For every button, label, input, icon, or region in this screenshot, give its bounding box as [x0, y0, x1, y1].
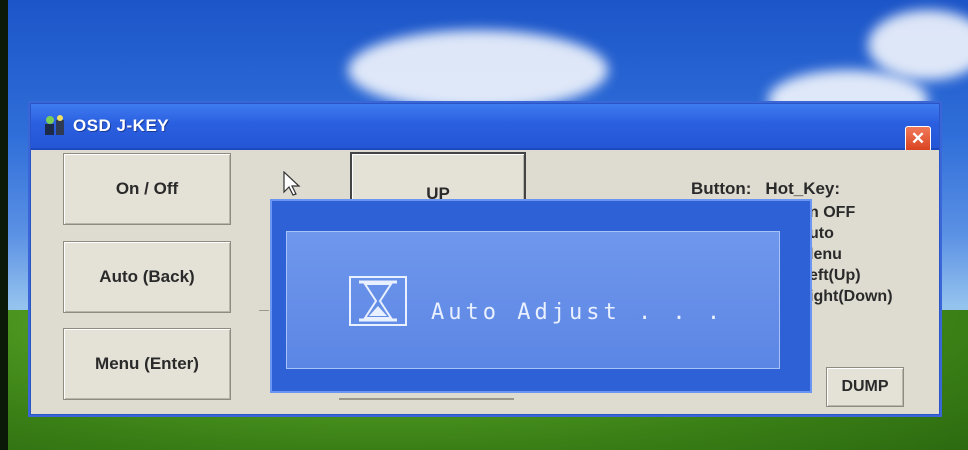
osd-overlay: Auto Adjust . . .	[270, 199, 812, 393]
cloud	[868, 10, 968, 80]
osd-message-panel: Auto Adjust . . .	[286, 231, 780, 369]
close-button[interactable]: ✕	[905, 126, 931, 152]
app-icon	[45, 115, 64, 135]
button-column-header: Button:	[691, 179, 752, 198]
hotkey-item: eft(Up)	[809, 267, 861, 284]
osd-status-text: Auto Adjust . . .	[431, 300, 725, 325]
divider	[339, 398, 514, 400]
mouse-pointer-icon	[283, 171, 301, 196]
close-icon: ✕	[910, 129, 926, 148]
hourglass-icon	[349, 276, 407, 326]
on-off-button[interactable]: On / Off	[63, 153, 231, 225]
hotkey-list: n OFF uto lenu eft(Up) ight(Down)	[809, 202, 893, 307]
hotkey-item: lenu	[809, 246, 842, 263]
hotkey-item: n OFF	[809, 204, 856, 221]
hotkey-column-header: Hot_Key:	[765, 179, 841, 198]
legend-header: Button: Hot_Key:	[691, 179, 840, 199]
hotkey-item: uto	[809, 225, 834, 242]
divider	[259, 310, 269, 311]
cloud	[348, 30, 608, 110]
auto-back-button[interactable]: Auto (Back)	[63, 241, 231, 313]
title-bar[interactable]: OSD J-KEY ✕	[31, 104, 939, 152]
menu-enter-button[interactable]: Menu (Enter)	[63, 328, 231, 400]
dump-button[interactable]: DUMP	[826, 367, 904, 407]
window-title: OSD J-KEY	[73, 116, 170, 135]
hotkey-item: ight(Down)	[809, 288, 893, 305]
